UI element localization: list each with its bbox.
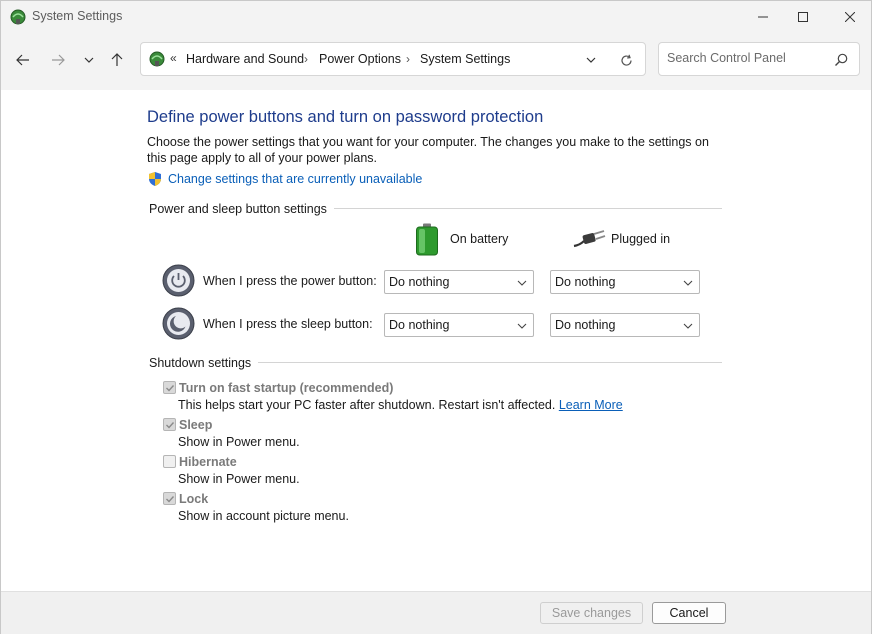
checkmark-icon xyxy=(166,496,175,503)
column-header-on-battery: On battery xyxy=(450,232,509,246)
search-icon[interactable] xyxy=(833,52,849,68)
chevron-down-icon xyxy=(683,323,693,329)
search-box[interactable] xyxy=(658,42,860,76)
minimize-icon xyxy=(758,16,768,17)
breadcrumb-hardware-and-sound[interactable]: Hardware and Sound xyxy=(186,52,304,66)
power-section-title: Power and sleep button settings xyxy=(149,202,334,216)
arrow-left-icon xyxy=(16,54,29,66)
address-bar[interactable]: « Hardware and Sound › Power Options › S… xyxy=(140,42,646,76)
chevron-down-icon xyxy=(517,323,527,329)
power-button-row-label: When I press the power button: xyxy=(203,274,377,288)
select-value: Do nothing xyxy=(555,318,616,332)
hibernate-description: Show in Power menu. xyxy=(178,472,300,486)
select-value: Do nothing xyxy=(555,275,616,289)
checkmark-icon xyxy=(166,385,175,392)
fast-startup-label: Turn on fast startup (recommended) xyxy=(179,381,394,395)
chevron-right-icon[interactable]: › xyxy=(304,52,308,66)
control-panel-icon xyxy=(149,51,165,67)
shutdown-section-title: Shutdown settings xyxy=(149,356,259,370)
sleep-button-plugged-select[interactable]: Do nothing xyxy=(550,313,700,337)
close-icon xyxy=(845,11,855,22)
uac-shield-icon xyxy=(149,172,161,186)
system-settings-window: System Settings « Hardware and Sound › P… xyxy=(0,0,872,634)
power-button-plugged-select[interactable]: Do nothing xyxy=(550,270,700,294)
footer: Save changes Cancel xyxy=(1,592,871,634)
sleep-checkbox[interactable] xyxy=(163,418,176,431)
power-button-battery-select[interactable]: Do nothing xyxy=(384,270,534,294)
title-bar: System Settings xyxy=(1,1,871,32)
refresh-button[interactable] xyxy=(617,51,635,69)
chevron-down-icon xyxy=(517,280,527,286)
sleep-label: Sleep xyxy=(179,418,213,432)
breadcrumb-power-options[interactable]: Power Options xyxy=(319,52,401,66)
sleep-button-row-label: When I press the sleep button: xyxy=(203,317,373,331)
arrow-right-icon xyxy=(52,54,65,66)
double-chevron-left-icon[interactable]: « xyxy=(170,51,177,65)
lock-description: Show in account picture menu. xyxy=(178,509,349,523)
search-input[interactable] xyxy=(667,51,827,65)
fast-startup-description: This helps start your PC faster after sh… xyxy=(178,398,623,412)
change-unavailable-settings-link[interactable]: Change settings that are currently unava… xyxy=(168,172,422,186)
window-title: System Settings xyxy=(32,9,123,23)
checkmark-icon xyxy=(166,422,175,429)
sleep-description: Show in Power menu. xyxy=(178,435,300,449)
page-title: Define power buttons and turn on passwor… xyxy=(147,108,544,126)
chevron-down-icon xyxy=(84,57,94,63)
learn-more-link[interactable]: Learn More xyxy=(559,398,623,412)
breadcrumb-system-settings[interactable]: System Settings xyxy=(420,52,510,66)
cancel-button[interactable]: Cancel xyxy=(652,602,726,624)
maximize-icon xyxy=(798,11,808,22)
select-value: Do nothing xyxy=(389,318,450,332)
up-button[interactable] xyxy=(105,48,129,72)
lock-checkbox[interactable] xyxy=(163,492,176,505)
fast-startup-desc-text: This helps start your PC faster after sh… xyxy=(178,398,556,412)
arrow-up-icon xyxy=(111,53,123,66)
chevron-right-icon[interactable]: › xyxy=(406,52,410,66)
close-button[interactable] xyxy=(827,1,872,32)
sleep-button-icon xyxy=(162,307,195,340)
back-button[interactable] xyxy=(11,48,35,72)
navigation-bar: « Hardware and Sound › Power Options › S… xyxy=(1,32,871,90)
chevron-down-icon xyxy=(586,57,596,63)
forward-button[interactable] xyxy=(46,48,70,72)
battery-icon xyxy=(416,223,438,256)
power-plug-icon xyxy=(573,230,606,248)
maximize-button[interactable] xyxy=(780,1,826,32)
page-description: Choose the power settings that you want … xyxy=(147,135,709,165)
hibernate-label: Hibernate xyxy=(179,455,237,469)
address-dropdown-button[interactable] xyxy=(582,51,600,69)
sleep-button-battery-select[interactable]: Do nothing xyxy=(384,313,534,337)
hibernate-checkbox[interactable] xyxy=(163,455,176,468)
save-changes-button[interactable]: Save changes xyxy=(540,602,643,624)
lock-label: Lock xyxy=(179,492,209,506)
fast-startup-checkbox[interactable] xyxy=(163,381,176,394)
recent-locations-button[interactable] xyxy=(77,48,101,72)
column-header-plugged-in: Plugged in xyxy=(611,232,671,246)
refresh-icon xyxy=(620,54,632,66)
chevron-down-icon xyxy=(683,280,693,286)
select-value: Do nothing xyxy=(389,275,450,289)
power-button-icon xyxy=(162,264,195,297)
power-options-app-icon xyxy=(10,9,26,25)
